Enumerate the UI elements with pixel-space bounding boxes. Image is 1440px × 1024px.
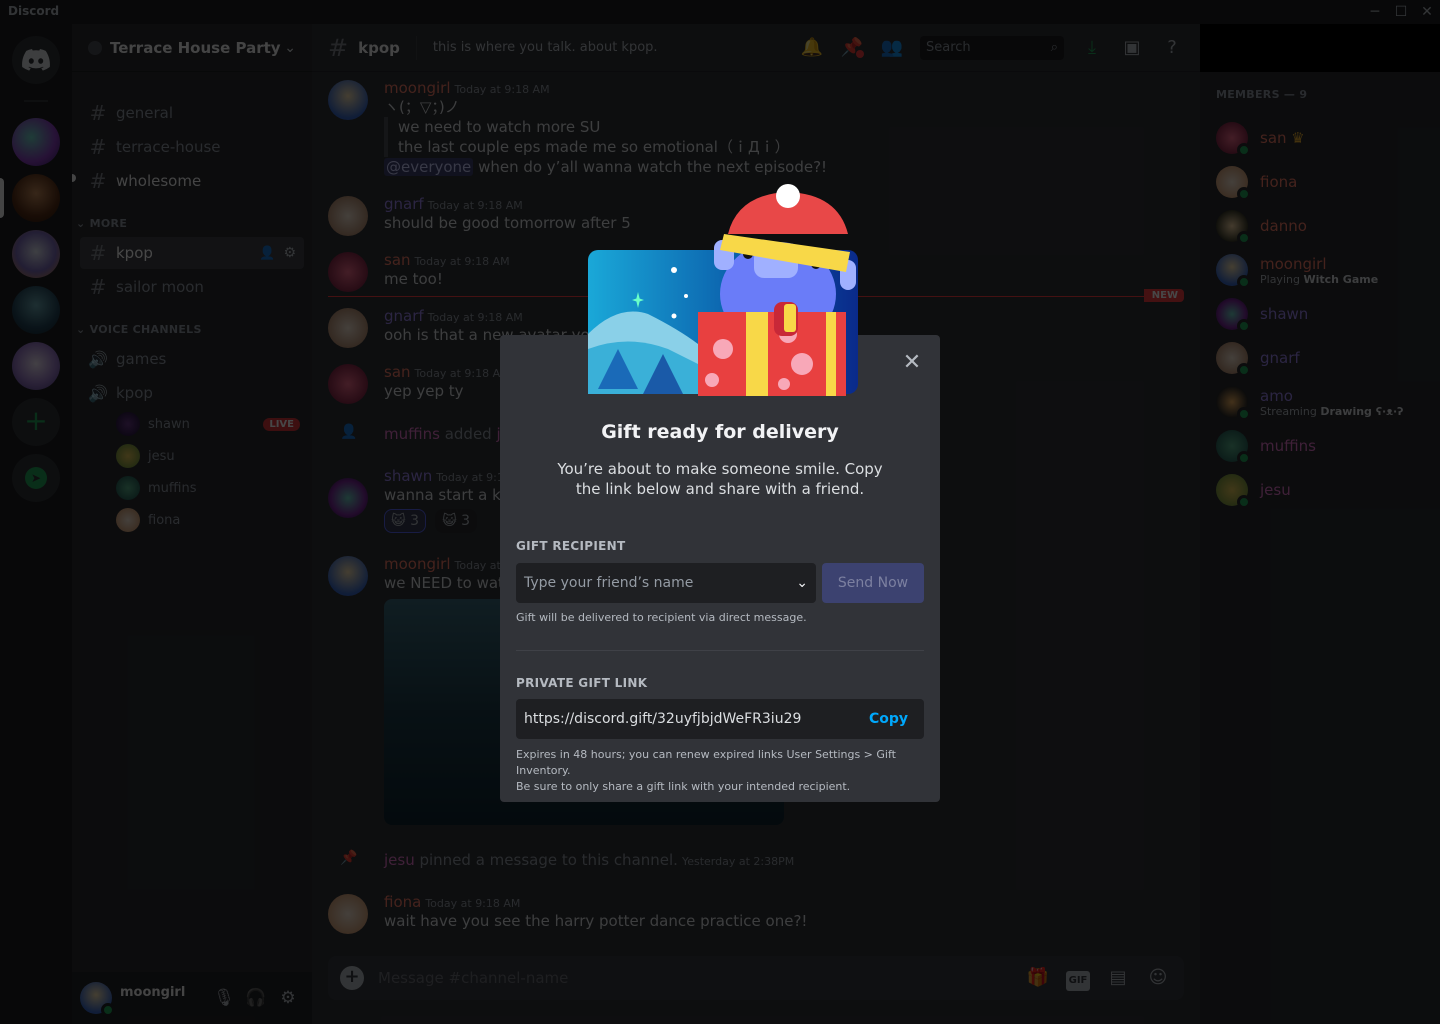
- gift-recipient-label: GIFT RECIPIENT: [516, 539, 626, 553]
- expiry-note: Expires in 48 hours; you can renew expir…: [516, 748, 896, 777]
- gift-modal: ✕ Gift ready for delivery You’re about t…: [500, 335, 940, 802]
- close-icon[interactable]: ✕: [900, 351, 924, 375]
- snowflake: [684, 294, 688, 298]
- snowflake: [671, 267, 677, 273]
- gift-ribbon: [826, 312, 836, 396]
- gift-link-field[interactable]: https://discord.gift/32uyfjbjdWeFR3iu29 …: [516, 699, 924, 739]
- polka-dot: [713, 339, 733, 359]
- gift-illustration: [588, 184, 858, 396]
- recipient-hint: Gift will be delivered to recipient via …: [516, 611, 807, 624]
- polka-dot: [778, 378, 790, 390]
- safety-note: Be sure to only share a gift link with y…: [516, 780, 851, 793]
- modal-subtitle: You’re about to make someone smile. Copy…: [557, 460, 883, 498]
- gift-ribbon: [746, 312, 768, 396]
- modal-title: Gift ready for delivery: [601, 421, 839, 443]
- recipient-select[interactable]: Type your friend’s name ⌄: [516, 563, 816, 603]
- gift-link-url[interactable]: https://discord.gift/32uyfjbjdWeFR3iu29: [524, 711, 869, 727]
- send-now-button[interactable]: Send Now: [822, 563, 924, 603]
- private-gift-link-label: PRIVATE GIFT LINK: [516, 676, 648, 690]
- copy-button[interactable]: Copy: [869, 711, 908, 727]
- snowflake: [671, 313, 677, 319]
- section-divider: [516, 650, 924, 651]
- pompom: [776, 184, 800, 208]
- recipient-placeholder: Type your friend’s name: [524, 575, 694, 591]
- polka-dot: [705, 373, 719, 387]
- polka-dot: [791, 353, 813, 375]
- chevron-down-icon: ⌄: [796, 575, 808, 591]
- gift-tag: [784, 304, 796, 332]
